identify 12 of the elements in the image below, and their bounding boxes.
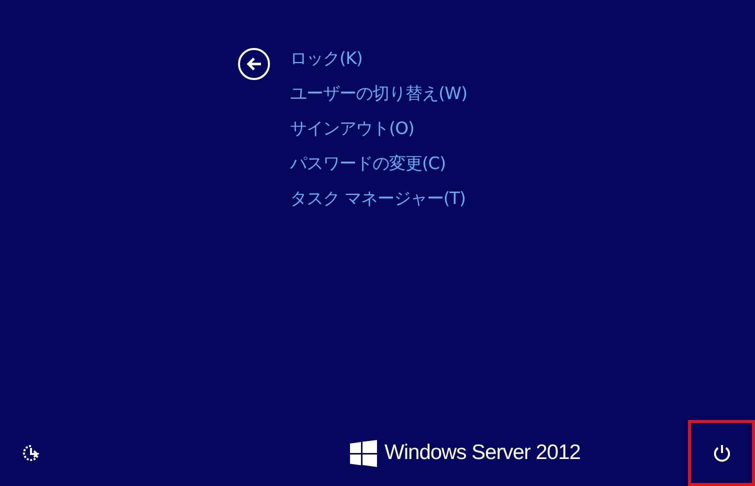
menu-item[interactable]: ロック(K) (290, 47, 468, 71)
back-arrow-icon (246, 57, 262, 71)
back-button[interactable] (238, 48, 270, 80)
windows-logo-icon (350, 440, 377, 466)
accessibility-icon[interactable] (20, 442, 42, 464)
menu-item[interactable]: ユーザーの切り替え(W) (290, 82, 468, 106)
power-button[interactable] (688, 420, 755, 486)
menu-item[interactable]: パスワードの変更(C) (290, 152, 468, 176)
menu-item[interactable]: サインアウト(O) (290, 117, 468, 141)
product-name: Windows Server 2012 (384, 441, 580, 465)
menu-item[interactable]: タスク マネージャー(T) (290, 187, 468, 211)
power-icon (712, 444, 730, 462)
